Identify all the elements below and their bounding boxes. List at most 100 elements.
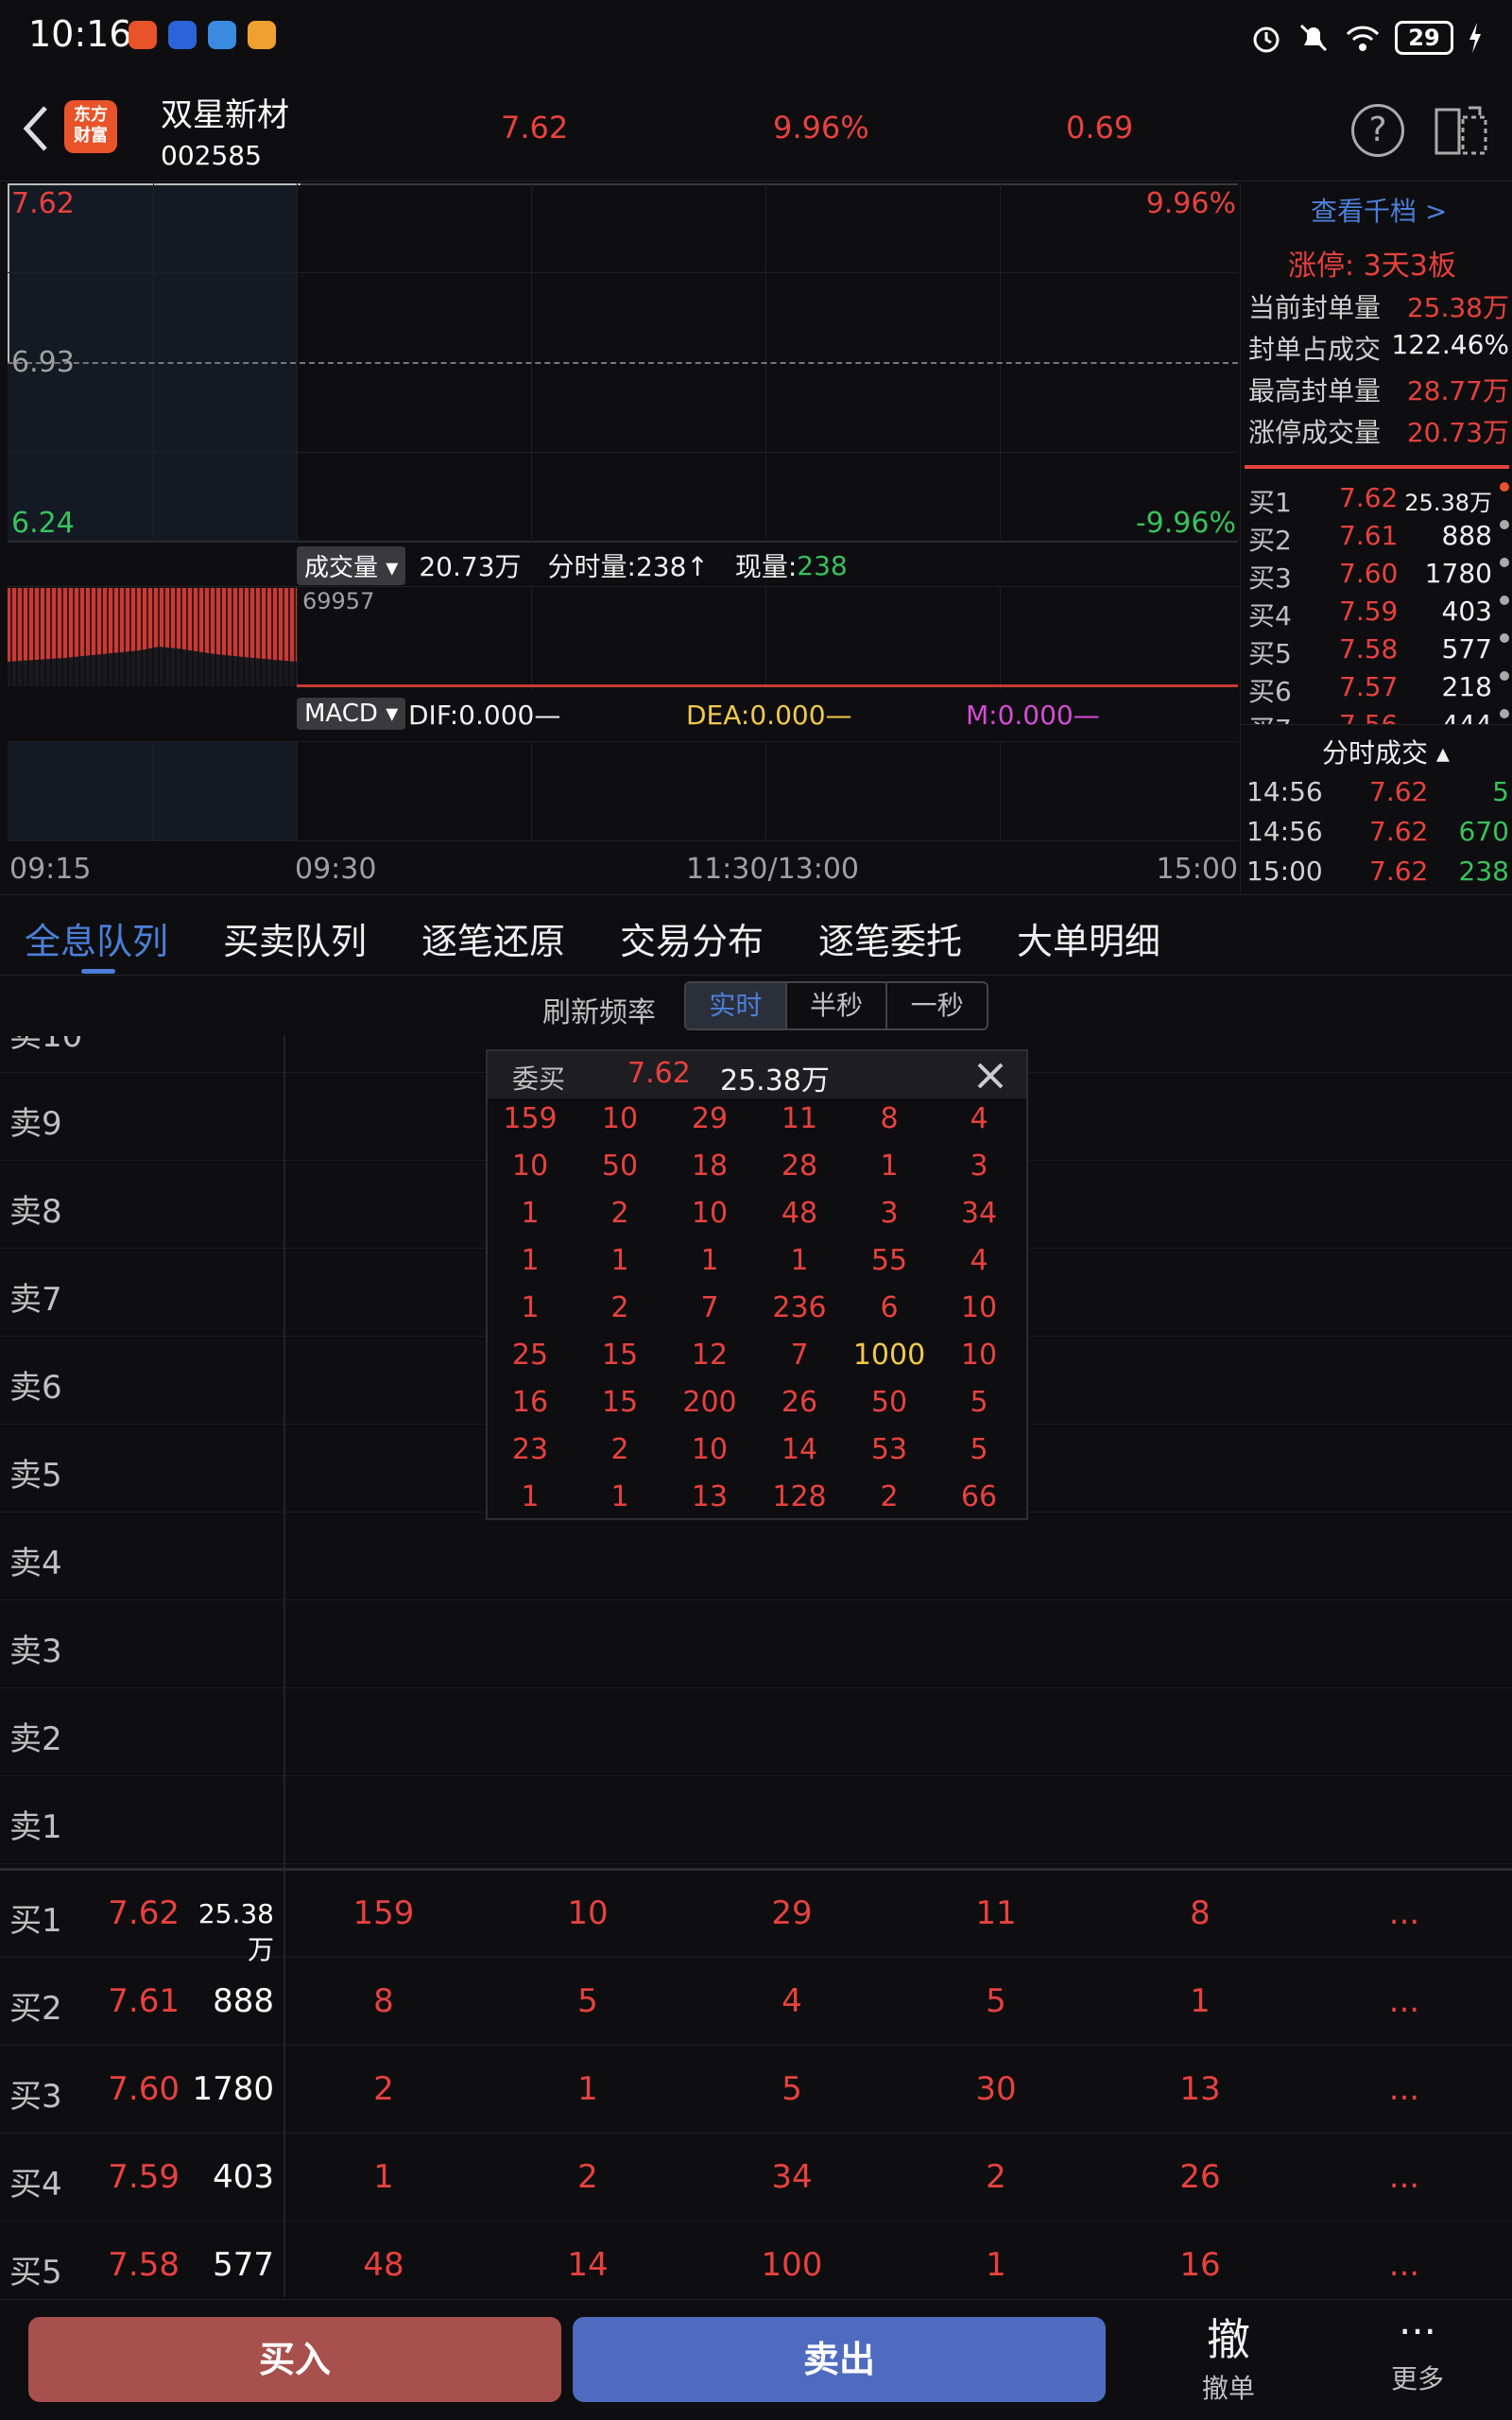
queue-order-cell: 1 <box>373 2158 394 2196</box>
buy-queue-row[interactable]: 买4 7.59 403 1 2 34 2 26... <box>0 2134 1512 2221</box>
queue-order-cell: 16 <box>1179 2246 1221 2284</box>
intraday-chart[interactable]: 7.62 6.93 6.24 9.96% -9.96% 成交量 ▾ 20.73万… <box>8 183 1238 892</box>
orderbook-row[interactable]: 买5 7.58 577 <box>1245 633 1512 671</box>
popup-volume: 25.38万 <box>720 1064 830 1098</box>
back-arrow-icon[interactable] <box>17 100 55 157</box>
queue-order-cell: 2 <box>373 2070 394 2108</box>
queue-more-indicator[interactable]: ... <box>1348 1894 1461 1932</box>
popup-order-cell: 4 <box>970 1102 988 1135</box>
queue-order-cell: 8 <box>373 1982 394 2020</box>
volume-bars <box>8 588 1238 687</box>
sell-button[interactable]: 卖出 <box>573 2317 1106 2402</box>
time-label-midday: 11:30/13:00 <box>686 853 860 886</box>
right-info-panel: 查看千档 > 涨停: 3天3板 当前封单量 25.38万 封单占成交 122.46% 最… <box>1240 183 1512 892</box>
volume-max-label: 69957 <box>302 588 375 614</box>
refresh-realtime[interactable]: 实时 <box>686 983 787 1028</box>
popup-order-cell: 10 <box>511 1150 549 1183</box>
popup-order-cell: 2 <box>880 1480 899 1513</box>
volume-indicator-select[interactable]: 成交量 ▾ <box>297 545 406 585</box>
view-depth-link[interactable]: 查看千档 > <box>1311 191 1447 229</box>
orderbook-row[interactable]: 买6 7.57 218 <box>1245 671 1512 709</box>
orderbook-row[interactable]: 买2 7.61 888 <box>1245 520 1512 558</box>
ticks-title[interactable]: 分时成交 ▴ <box>1322 733 1450 770</box>
time-label-open: 09:15 <box>9 853 92 886</box>
popup-order-cell: 11 <box>781 1102 818 1135</box>
queue-level-label: 卖7 <box>9 1281 62 1319</box>
current-volume-label: 现量: <box>734 551 798 582</box>
buy-queue-row[interactable]: 买5 7.58 577 48 14 100 1 16... <box>0 2221 1512 2297</box>
refresh-one-second[interactable]: 一秒 <box>887 983 987 1028</box>
queue-more-indicator[interactable]: ... <box>1348 2070 1461 2108</box>
more-icon: ··· <box>1398 2308 1437 2355</box>
popup-order-cell: 6 <box>880 1291 899 1324</box>
tab-bid-ask-queue[interactable]: 买卖队列 <box>223 912 367 964</box>
refresh-label: 刷新频率 <box>542 996 656 1029</box>
popup-order-cell: 1000 <box>852 1339 926 1372</box>
alarm-icon <box>1253 26 1280 53</box>
time-axis: 09:15 09:30 11:30/13:00 15:00 <box>8 849 1238 887</box>
notification-app-icon <box>129 21 157 49</box>
tab-large-orders[interactable]: 大单明细 <box>1017 912 1160 964</box>
queue-more-indicator[interactable]: ... <box>1348 2246 1461 2284</box>
status-time: 10:16 <box>28 13 132 55</box>
queue-more-indicator[interactable]: ... <box>1348 2158 1461 2196</box>
orderbook-dot <box>1500 633 1509 643</box>
tab-tick-restore[interactable]: 逐笔还原 <box>421 912 565 964</box>
buy-button[interactable]: 买入 <box>28 2317 561 2402</box>
close-icon[interactable] <box>975 1061 1005 1091</box>
queue-price: 7.62 <box>108 1894 180 1932</box>
popup-order-cell: 18 <box>691 1150 729 1183</box>
popup-order-cell: 26 <box>781 1386 818 1419</box>
queue-order-cell: 159 <box>352 1894 415 1932</box>
bid-queue-popup: 委买 7.62 25.38万 159 10 29 11 8 4 10 50 18 28 1 3 1 2 10… <box>486 1049 1028 1520</box>
tab-full-queue[interactable]: 全息队列 <box>25 912 168 964</box>
queue-order-cell: 4 <box>782 1982 802 2020</box>
orderbook-dot <box>1500 671 1509 681</box>
macd-indicator-select[interactable]: MACD ▾ <box>297 698 406 730</box>
popup-order-cell: 10 <box>960 1291 998 1324</box>
tick-price: 7.62 <box>1369 776 1429 807</box>
bottom-action-bar: 买入 卖出 撤 撤单 ··· 更多 <box>0 2299 1512 2420</box>
popup-order-cell: 10 <box>601 1102 639 1135</box>
queue-more-indicator[interactable]: ... <box>1348 1982 1461 2020</box>
orderbook-volume: 577 <box>1441 633 1492 665</box>
popup-order-cell: 8 <box>880 1102 899 1135</box>
queue-order-cell: 1 <box>986 2246 1006 2284</box>
orderbook-row[interactable]: 买4 7.59 403 <box>1245 596 1512 633</box>
orderbook-row[interactable]: 买1 7.62 25.38万 <box>1245 482 1512 520</box>
tick-time: 15:00 <box>1246 856 1323 887</box>
queue-order-cell: 1 <box>1190 1982 1211 2020</box>
popup-order-cell: 1 <box>610 1480 629 1513</box>
popup-order-cell: 2 <box>610 1433 629 1466</box>
tab-tick-orders[interactable]: 逐笔委托 <box>818 912 962 964</box>
status-icons: 29 <box>1249 17 1484 59</box>
limit-divider <box>1245 465 1509 469</box>
queue-volume: 888 <box>213 1982 274 2020</box>
limit-stat-value: 28.77万 <box>1406 375 1509 406</box>
buy-queue-row[interactable]: 买2 7.61 888 8 5 4 5 1... <box>0 1958 1512 2046</box>
more-label: 更多 <box>1390 2363 1444 2394</box>
help-button[interactable]: ? <box>1351 104 1404 157</box>
popup-title: 委买 <box>512 1063 566 1095</box>
queue-level-label: 卖8 <box>9 1193 62 1231</box>
tab-trade-distribution[interactable]: 交易分布 <box>620 912 764 964</box>
popup-order-cell: 1 <box>521 1197 540 1230</box>
orderbook-label: 买1 <box>1248 487 1292 518</box>
cancel-order-button[interactable]: 撤 撤单 <box>1181 2306 1276 2415</box>
queue-level-label: 卖10 <box>9 1036 83 1055</box>
sell-queue-row: 卖4 <box>0 1512 1512 1600</box>
orderbook-row[interactable]: 买3 7.60 1780 <box>1245 558 1512 596</box>
refresh-half-second[interactable]: 半秒 <box>787 983 888 1028</box>
fenshi-volume: 分时量:238↑ <box>547 551 709 582</box>
limit-stat-value: 122.46% <box>1391 329 1509 360</box>
buy-queue-row[interactable]: 买3 7.60 1780 2 1 5 30 13... <box>0 2046 1512 2134</box>
status-bar: 10:16 29 <box>0 0 1512 76</box>
popup-order-cell: 1 <box>790 1244 809 1277</box>
more-button[interactable]: ··· 更多 <box>1370 2306 1465 2415</box>
popup-order-cell: 5 <box>970 1433 988 1466</box>
active-tab-indicator <box>81 969 115 974</box>
queue-order-cell: 2 <box>577 2158 598 2196</box>
layout-toggle-icon[interactable] <box>1433 104 1489 157</box>
buy-queue-row[interactable]: 买1 7.62 25.38万 159 10 29 11 8... <box>0 1870 1512 1965</box>
cloud-app-icon <box>168 21 197 49</box>
